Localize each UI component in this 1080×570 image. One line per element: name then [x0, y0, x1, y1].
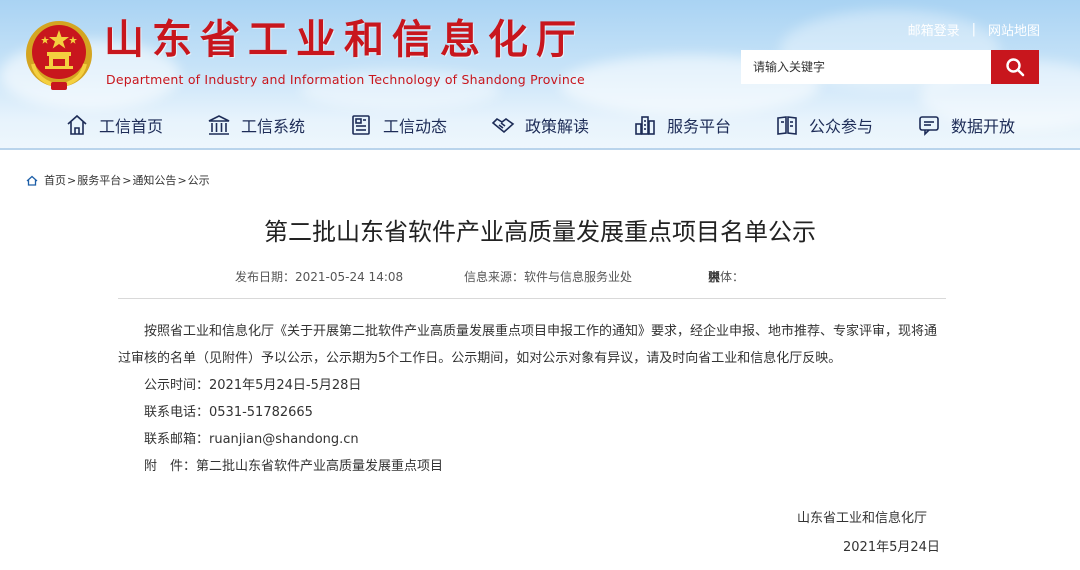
search-button[interactable]	[991, 50, 1039, 84]
info-source: 信息来源：软件与信息服务业处	[464, 270, 633, 284]
search-input[interactable]	[741, 50, 991, 84]
contact-phone: 联系电话：0531-51782665	[144, 405, 313, 420]
site-subtitle: Department of Industry and Information T…	[106, 72, 585, 87]
news-icon	[352, 115, 370, 135]
nav-item-label: 服务平台	[667, 117, 732, 136]
title-divider	[118, 298, 946, 299]
signature-organization: 山东省工业和信息化厅	[797, 511, 928, 526]
breadcrumb-home[interactable]: 首页	[44, 172, 66, 188]
nav-item-label: 政策解读	[524, 117, 589, 136]
attachment-link[interactable]: 附 件：第二批山东省软件产业高质量发展重点项目	[118, 453, 946, 480]
breadcrumb-separator: >	[177, 173, 187, 187]
city-icon	[635, 116, 655, 135]
nav-item-public[interactable]: 公众参与	[775, 106, 873, 144]
nav-item-data[interactable]: 数据开放	[917, 106, 1015, 144]
search-icon	[1006, 58, 1025, 77]
nav-item-system[interactable]: 工信系统	[207, 106, 305, 144]
nav-item-service[interactable]: 服务平台	[633, 106, 731, 144]
search-box	[741, 50, 1039, 84]
contact-email: 联系邮箱：ruanjian@shandong.cn	[144, 432, 359, 447]
link-separator: |	[971, 22, 976, 37]
nav-item-label: 公众参与	[809, 117, 874, 136]
home-icon	[26, 175, 38, 186]
breadcrumb-service[interactable]: 服务平台	[77, 172, 121, 188]
mail-login-link[interactable]: 邮箱登录	[908, 20, 960, 39]
nav-item-label: 工信动态	[382, 117, 447, 136]
nav-item-policy[interactable]: 政策解读	[491, 106, 589, 144]
breadcrumb-separator: >	[67, 173, 77, 187]
main-nav: 工信首页 工信系统 工信动态 政策解读 服务平台 公众参与 数据开放	[0, 106, 1080, 144]
bracket-close: 】	[708, 270, 721, 284]
handshake-icon	[491, 117, 515, 134]
breadcrumb-notice[interactable]: 通知公告	[132, 172, 176, 188]
header-divider	[0, 148, 1080, 150]
national-emblem-icon[interactable]	[23, 16, 95, 92]
article-body: 按照省工业和信息化厅《关于开展第二批软件产业高质量发展重点项目申报工作的通知》要…	[118, 318, 946, 480]
breadcrumb: 首页 > 服务平台 > 通知公告 > 公示	[26, 172, 210, 188]
nav-item-label: 工信系统	[240, 117, 305, 136]
nav-item-news[interactable]: 工信动态	[349, 106, 447, 144]
nav-item-label: 数据开放	[951, 117, 1016, 136]
home-icon	[67, 114, 87, 135]
building-icon	[208, 115, 230, 135]
site-title[interactable]: 山东省工业和信息化厅	[104, 16, 584, 64]
top-links: 邮箱登录 | 网站地图	[908, 20, 1040, 39]
nav-item-label: 工信首页	[98, 117, 163, 136]
publish-date: 发布日期：2021-05-24 14:08	[235, 270, 404, 284]
signature-date: 2021年5月24日	[843, 540, 940, 555]
chat-icon	[919, 116, 939, 136]
site-header: 山东省工业和信息化厅 Department of Industry and In…	[0, 0, 1080, 150]
book-icon	[777, 116, 797, 135]
breadcrumb-current[interactable]: 公示	[188, 172, 210, 188]
article-title: 第二批山东省软件产业高质量发展重点项目名单公示	[264, 218, 816, 246]
breadcrumb-separator: >	[122, 173, 132, 187]
notice-period: 公示时间：2021年5月24日-5月28日	[144, 378, 362, 393]
sitemap-link[interactable]: 网站地图	[988, 20, 1040, 39]
article-paragraph: 按照省工业和信息化厅《关于开展第二批软件产业高质量发展重点项目申报工作的通知》要…	[118, 324, 938, 366]
nav-item-home[interactable]: 工信首页	[65, 106, 163, 144]
